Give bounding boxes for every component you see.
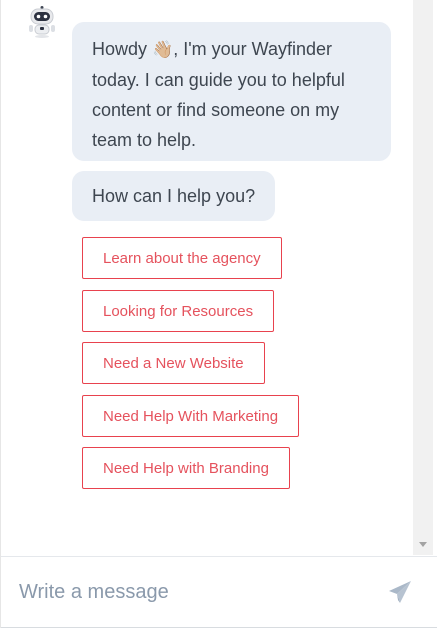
prompt-text: How can I help you? xyxy=(92,186,256,206)
message-list: Howdy 👋🏼, I'm your Wayfinder today. I ca… xyxy=(1,0,413,555)
greeting-text-start: Howdy xyxy=(92,39,153,59)
waving-hand-icon: 👋🏼 xyxy=(152,40,174,60)
send-paper-plane-icon xyxy=(389,581,411,603)
message-composer xyxy=(1,556,437,628)
option-branding-help-button[interactable]: Need Help with Branding xyxy=(82,447,290,489)
message-scrollbar[interactable] xyxy=(413,0,433,555)
chevron-down-icon[interactable] xyxy=(419,542,427,547)
message-input[interactable] xyxy=(19,575,369,609)
option-marketing-help-button[interactable]: Need Help With Marketing xyxy=(82,395,300,437)
robot-icon xyxy=(27,6,57,38)
chat-window: Howdy 👋🏼, I'm your Wayfinder today. I ca… xyxy=(0,0,437,628)
greeting-message-bubble: Howdy 👋🏼, I'm your Wayfinder today. I ca… xyxy=(72,22,391,161)
send-button[interactable] xyxy=(387,578,413,606)
option-looking-for-resources-button[interactable]: Looking for Resources xyxy=(82,290,275,332)
option-new-website-button[interactable]: Need a New Website xyxy=(82,342,265,384)
prompt-message-bubble: How can I help you? xyxy=(72,171,276,221)
option-learn-about-agency-button[interactable]: Learn about the agency xyxy=(82,237,282,279)
